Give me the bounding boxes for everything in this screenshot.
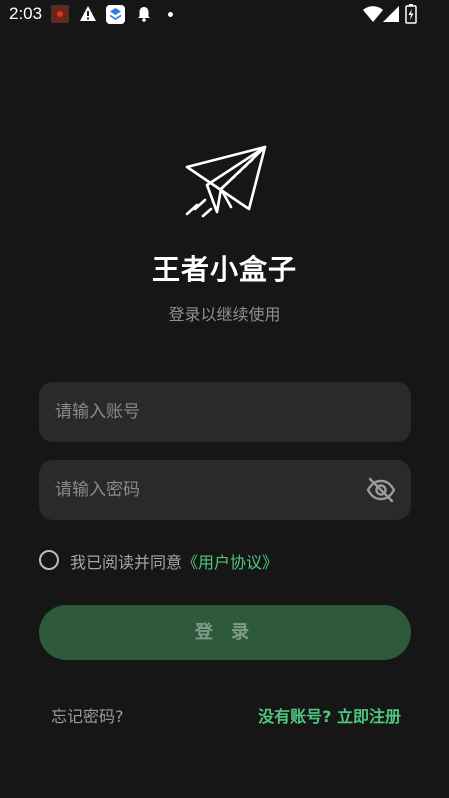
notification-app-icon — [51, 5, 69, 23]
app-subtitle: 登录以继续使用 — [168, 305, 281, 324]
more-notifications-dot-icon — [168, 12, 173, 17]
warning-icon — [80, 6, 96, 21]
status-bar: 2:03 — [0, 0, 449, 30]
agreement-text: 我已阅读并同意 — [70, 553, 183, 572]
wifi-icon — [363, 6, 383, 22]
status-time: 2:03 — [9, 4, 43, 23]
account-field-container — [39, 382, 411, 442]
agreement-radio[interactable] — [39, 550, 59, 570]
app-title: 王者小盒子 — [151, 253, 297, 286]
battery-charging-icon — [405, 4, 417, 24]
login-screen: 2:03 王者小盒子 登录以继续使用 请输入账号 我已阅读并同意《用户协议》 登… — [0, 0, 449, 798]
register-link[interactable]: 没有账号? 立即注册 — [258, 703, 401, 727]
paper-plane-icon — [185, 145, 267, 218]
signal-icon — [383, 6, 399, 22]
eye-off-icon[interactable] — [366, 477, 396, 503]
layers-app-icon — [106, 5, 125, 24]
password-input[interactable] — [55, 460, 355, 520]
forgot-password-link[interactable]: 忘记密码? — [51, 703, 124, 727]
password-field-container — [39, 460, 411, 520]
agreement-row: 我已阅读并同意《用户协议》 — [39, 549, 411, 573]
account-input[interactable] — [55, 382, 355, 442]
agreement-label: 我已阅读并同意《用户协议》 — [70, 549, 278, 573]
login-button[interactable]: 登 录 — [39, 605, 411, 660]
user-agreement-link[interactable]: 《用户协议》 — [182, 553, 278, 572]
bell-icon — [138, 7, 150, 22]
